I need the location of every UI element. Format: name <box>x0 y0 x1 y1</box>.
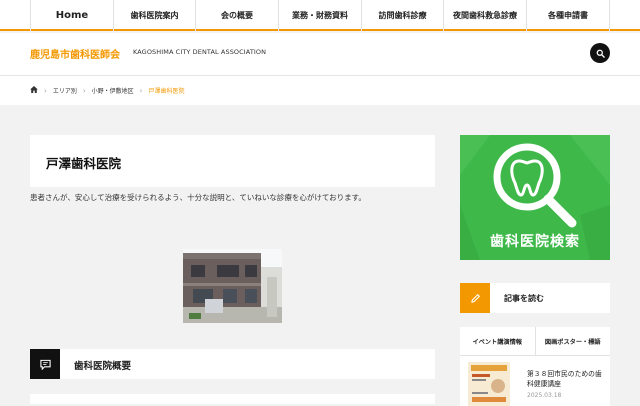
breadcrumb-item-area[interactable]: エリア別 <box>53 86 77 95</box>
site-title[interactable]: 鹿児島市歯科医師会 <box>30 46 120 61</box>
page-title: 戸澤歯科医院 <box>46 156 122 171</box>
article-tabs: イベント講演情報 図画ポスター・標語 <box>460 327 610 356</box>
chevron-right-icon: › <box>44 86 47 95</box>
comment-icon <box>30 349 60 379</box>
site-header: 鹿児島市歯科医師会 KAGOSHIMA CITY DENTAL ASSOCIAT… <box>0 33 640 76</box>
article-thumbnail[interactable] <box>468 362 510 406</box>
nav-home[interactable]: Home <box>30 0 113 31</box>
article-title[interactable]: 第３８回市民のための歯科健康講座 <box>527 369 607 389</box>
chevron-right-icon: › <box>82 86 86 95</box>
chevron-right-icon: › <box>139 86 143 95</box>
nav-business-finance[interactable]: 業務・財務資料 <box>278 0 361 31</box>
pencil-icon <box>460 283 490 313</box>
nav-clinic-guide[interactable]: 歯科医院案内 <box>113 0 195 31</box>
read-articles-box: 記事を読む <box>460 283 610 313</box>
site-subtitle: KAGOSHIMA CITY DENTAL ASSOCIATION <box>133 48 267 56</box>
section-heading: 歯科医院概要 <box>30 349 435 379</box>
clinic-intro: 患者さんが、安心して治療を受けられるよう、十分な説明と、ていねいな診療を心がけて… <box>30 193 366 202</box>
home-icon[interactable] <box>30 86 38 95</box>
tab-posters[interactable]: 図画ポスター・標語 <box>536 327 611 355</box>
article-date: 2025.03.18 <box>527 392 562 399</box>
nav-night-emergency[interactable]: 夜間歯科救急診療 <box>443 0 526 31</box>
clinic-details-box <box>30 394 435 404</box>
breadcrumb: › エリア別 › 小野・伊敷地区 › 戸澤歯科医院 <box>0 76 640 105</box>
section-title: 歯科医院概要 <box>74 361 132 372</box>
breadcrumb-current: 戸澤歯科医院 <box>148 88 185 95</box>
search-button[interactable] <box>590 43 610 63</box>
clinic-photo <box>183 249 282 323</box>
search-icon <box>596 49 605 58</box>
clinic-search-banner[interactable]: 歯科医院検索 <box>460 135 610 260</box>
page-title-box: 戸澤歯科医院 <box>30 135 435 187</box>
tab-events[interactable]: イベント講演情報 <box>460 327 536 355</box>
article-list: 第３８回市民のための歯科健康講座 2025.03.18 <box>460 356 610 406</box>
nav-applications[interactable]: 各種申請書 <box>526 0 610 31</box>
top-navigation: Home 歯科医院案内 会の概要 業務・財務資料 訪問歯科診療 夜間歯科救急診療… <box>0 0 640 31</box>
breadcrumb-item-district[interactable]: 小野・伊敷地区 <box>92 86 134 95</box>
nav-about[interactable]: 会の概要 <box>195 0 278 31</box>
read-articles-title: 記事を読む <box>504 294 544 303</box>
banner-label: 歯科医院検索 <box>490 234 580 250</box>
nav-home-visit-dental[interactable]: 訪問歯科診療 <box>361 0 443 31</box>
